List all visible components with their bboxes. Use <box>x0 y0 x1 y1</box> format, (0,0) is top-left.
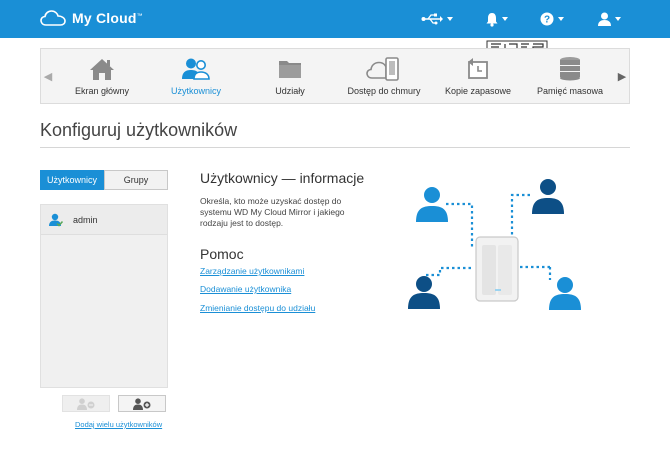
help-link-manage-users[interactable]: Zarządzanie użytkownikami <box>200 266 304 276</box>
help-link-share-access[interactable]: Zmienianie dostępu do udziału <box>200 303 315 313</box>
nav-item-label: Dostęp do chmury <box>347 86 421 96</box>
backup-icon <box>468 58 488 79</box>
usb-menu[interactable] <box>421 10 453 28</box>
folder-icon <box>279 61 301 78</box>
main-nav: ◀ Ekran główny Użytkownicy Udziały Dostę… <box>40 48 630 104</box>
user-name: admin <box>73 214 98 225</box>
users-device-illustration <box>408 179 581 310</box>
user-figure-icon <box>416 187 448 222</box>
bell-icon <box>486 12 498 27</box>
chevron-down-icon <box>558 17 564 21</box>
nav-item-label: Ekran główny <box>74 86 130 96</box>
nav-item-backups[interactable]: Kopie zapasowe <box>433 49 523 103</box>
help-link-add-user[interactable]: Dodawanie użytkownika <box>200 284 291 294</box>
help-menu[interactable]: ? <box>540 10 564 28</box>
add-multiple-users-link[interactable]: Dodaj wielu użytkowników <box>75 420 162 429</box>
user-figure-icon <box>532 179 564 214</box>
remove-user-button[interactable] <box>62 395 110 412</box>
nav-item-cloud-access[interactable]: Dostęp do chmury <box>339 49 429 103</box>
admin-user-icon <box>49 213 63 227</box>
users-icon <box>182 58 210 80</box>
info-text: Określa, kto może uzyskać dostęp do syst… <box>200 196 345 228</box>
storage-icon <box>560 57 580 81</box>
page-title: Konfiguruj użytkowników <box>40 120 238 140</box>
cloud-device-icon <box>366 57 399 81</box>
nas-device-icon <box>475 236 519 302</box>
chevron-down-icon <box>502 17 508 21</box>
add-user-button[interactable] <box>118 395 166 412</box>
logo-text: My Cloud™ <box>72 10 143 26</box>
nav-scroll-left-button[interactable]: ◀ <box>41 49 55 103</box>
nav-item-label: Użytkownicy <box>170 86 221 96</box>
help-icon: ? <box>540 12 554 26</box>
nav-item-label: Udziały <box>275 86 305 96</box>
info-title: Użytkownicy — informacje <box>200 170 365 186</box>
usb-icon <box>421 13 443 25</box>
nav-item-home[interactable]: Ekran główny <box>57 49 147 103</box>
remove-user-icon <box>77 397 95 410</box>
nav-scroll-right-button[interactable]: ▶ <box>615 49 629 103</box>
add-user-icon <box>133 397 151 410</box>
user-menu[interactable] <box>598 10 621 28</box>
nav-item-label: Kopie zapasowe <box>444 86 512 96</box>
cloud-logo-icon <box>40 10 66 26</box>
help-title: Pomoc <box>200 246 244 262</box>
notifications-menu[interactable] <box>486 10 508 28</box>
tab-users[interactable]: Użytkownicy <box>40 170 104 190</box>
user-icon <box>598 12 611 26</box>
nav-item-users[interactable]: Użytkownicy <box>151 49 241 103</box>
logo[interactable]: My Cloud™ <box>40 9 143 27</box>
user-list: admin <box>40 204 168 388</box>
user-group-tabs: Użytkownicy Grupy <box>40 170 168 190</box>
nav-item-label: Pamięć masowa <box>536 86 604 96</box>
divider <box>40 147 630 148</box>
user-figure-icon <box>549 277 581 310</box>
top-bar: My Cloud™ ? <box>0 0 670 38</box>
nav-item-shares[interactable]: Udziały <box>245 49 335 103</box>
home-icon <box>90 59 114 80</box>
chevron-down-icon <box>447 17 453 21</box>
chevron-down-icon <box>615 17 621 21</box>
nav-item-storage[interactable]: Pamięć masowa <box>525 49 615 103</box>
list-item[interactable]: admin <box>41 205 167 235</box>
user-figure-icon <box>408 276 440 309</box>
tab-groups[interactable]: Grupy <box>104 170 168 190</box>
svg-text:?: ? <box>544 15 550 26</box>
